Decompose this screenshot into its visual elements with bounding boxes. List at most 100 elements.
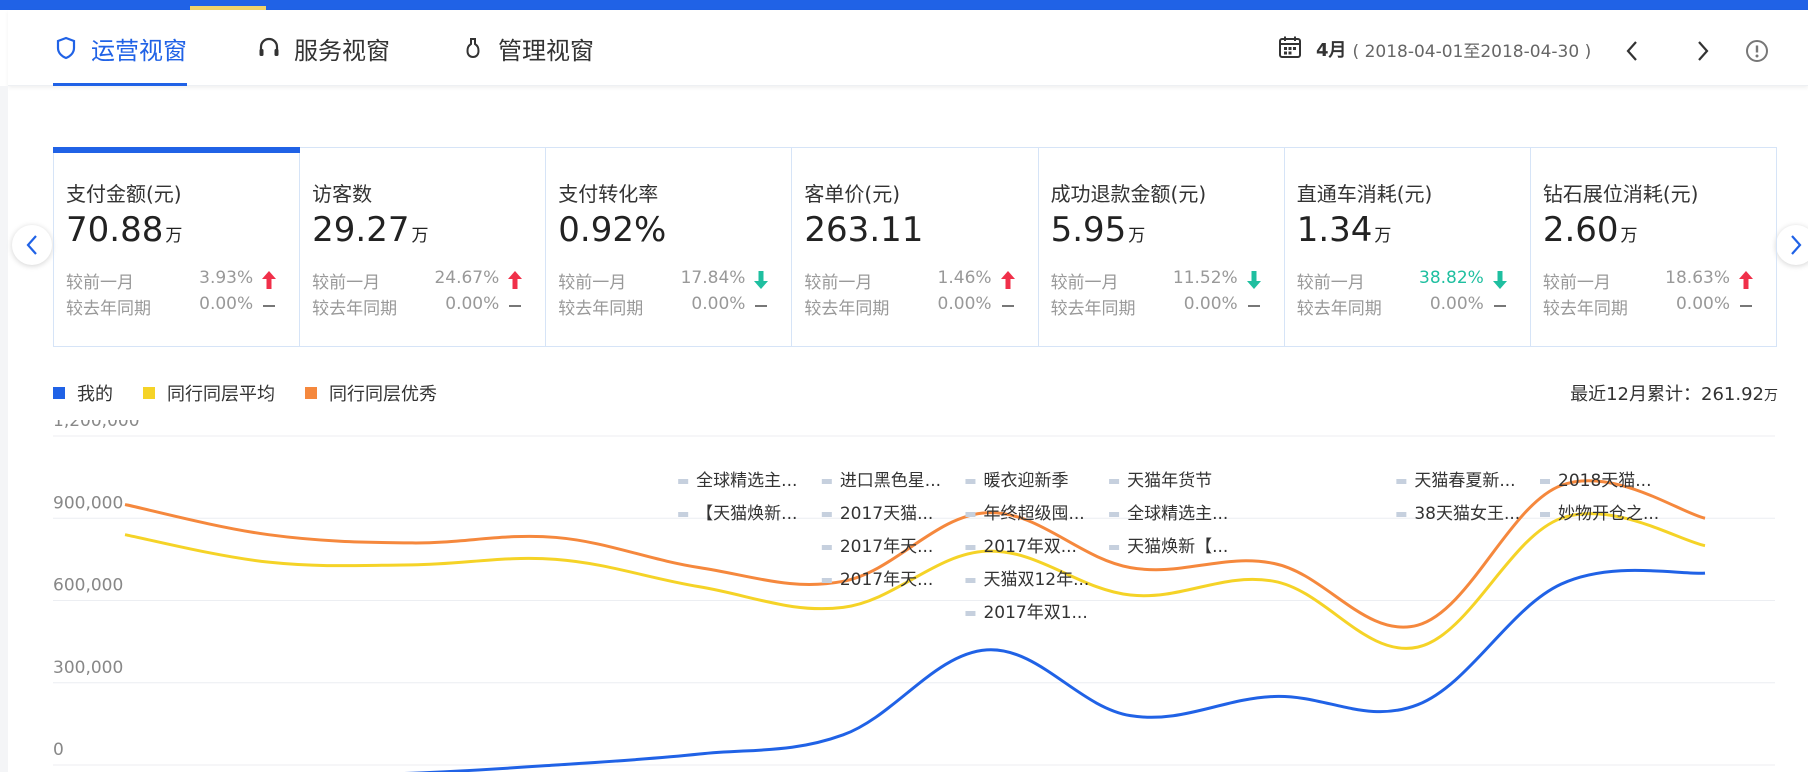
kpi-title: 支付转化率 — [558, 182, 659, 206]
event-label: 2018天猫... — [1558, 471, 1651, 491]
kpi-unit: 万 — [165, 226, 183, 246]
selected-month: 4月 — [1316, 40, 1347, 61]
date-picker[interactable]: 4月 ( 2018-04-01至2018-04-30 ) — [1278, 34, 1591, 64]
legend-item-peer-average[interactable]: 同行同层平均 — [143, 380, 275, 406]
dash-icon — [507, 296, 523, 316]
kpi-value: 2.60 万 — [1543, 210, 1764, 254]
chevron-right-icon — [1791, 235, 1802, 255]
compare-percent: 0.00% — [937, 294, 992, 314]
dash-icon — [1000, 296, 1016, 316]
arrow-up-icon — [1000, 270, 1016, 290]
next-month-button[interactable] — [1691, 38, 1715, 64]
kpi-value: 29.27 万 — [312, 210, 533, 254]
y-tick-label: 300,000 — [53, 658, 123, 678]
tab-operations[interactable]: 运营视窗 — [53, 10, 187, 86]
event-marker — [965, 611, 976, 616]
kpi-compare-mom: 较前一月 1.46% — [804, 268, 1025, 294]
kpi-title: 客单价(元) — [804, 182, 901, 206]
event-label: 38天猫女王... — [1414, 504, 1520, 524]
prev-month-button[interactable] — [1620, 38, 1644, 64]
kpi-number: 263.11 — [804, 210, 924, 250]
shield-icon — [53, 35, 79, 61]
arrow-up-icon — [1738, 270, 1754, 290]
tab-management[interactable]: 管理视窗 — [460, 10, 594, 86]
kpi-card[interactable]: 支付转化率 0.92% 较前一月 17.84% 较去年同期 0.00% — [546, 148, 793, 346]
kpi-value: 0.92% — [558, 210, 779, 254]
compare-percent: 1.46% — [937, 268, 992, 288]
compare-label: 较前一月 — [312, 273, 381, 293]
kpi-card[interactable]: 支付金额(元) 70.88 万较前一月 3.93% 较去年同期 0.00% — [52, 147, 301, 346]
event-label: 进口黑色星... — [840, 471, 941, 491]
event-marker — [1109, 479, 1120, 484]
event-label: 天猫双12年... — [983, 570, 1089, 590]
kpi-compare-yoy: 较去年同期 0.00% — [1297, 294, 1518, 320]
y-tick-label: 900,000 — [53, 493, 123, 513]
tab-label: 运营视窗 — [91, 36, 187, 65]
kpi-card[interactable]: 客单价(元) 263.11 较前一月 1.46% 较去年同期 0.00% — [792, 148, 1039, 346]
legend-label: 同行同层优秀 — [329, 384, 437, 405]
kpi-scroll-right-button[interactable] — [1776, 225, 1808, 265]
arrow-up-icon — [261, 270, 277, 290]
event-label: 年终超级囤... — [983, 504, 1084, 524]
event-marker — [965, 512, 976, 517]
event-label: 2017年天... — [840, 570, 933, 590]
calendar-icon — [1278, 35, 1302, 64]
tab-service[interactable]: 服务视窗 — [256, 10, 390, 86]
event-marker — [678, 479, 689, 484]
dash-icon — [1738, 296, 1754, 316]
info-button[interactable] — [1745, 38, 1769, 64]
kpi-scroll-left-button[interactable] — [12, 225, 52, 265]
kpi-title: 支付金额(元) — [66, 182, 182, 206]
kpi-card[interactable]: 访客数 29.27 万较前一月 24.67% 较去年同期 0.00% — [300, 148, 547, 346]
legend-item-peer-excellent[interactable]: 同行同层优秀 — [305, 380, 437, 406]
compare-percent: 0.00% — [1429, 294, 1484, 314]
compare-label: 较去年同期 — [804, 299, 890, 319]
kpi-card[interactable]: 成功退款金额(元) 5.95 万较前一月 11.52% 较去年同期 0.00% — [1039, 148, 1285, 346]
kpi-number: 5.95 — [1050, 210, 1127, 250]
kpi-card[interactable]: 直通车消耗(元) 1.34 万较前一月 38.82% 较去年同期 0.00% — [1285, 148, 1531, 346]
kpi-unit: 万 — [1128, 226, 1146, 246]
kpi-number: 29.27 — [312, 210, 410, 250]
compare-percent: 11.52% — [1172, 268, 1238, 288]
kpi-unit: 万 — [1620, 226, 1638, 246]
event-label: 2017年双... — [983, 537, 1076, 557]
compare-label: 较前一月 — [804, 273, 873, 293]
kpi-compare-yoy: 较去年同期 0.00% — [312, 294, 533, 320]
compare-label: 较去年同期 — [312, 299, 398, 319]
compare-percent: 0.00% — [445, 294, 500, 314]
kpi-card[interactable]: 钻石展位消耗(元) 2.60 万较前一月 18.63% 较去年同期 0.00% — [1531, 148, 1776, 346]
kpi-compare-yoy: 较去年同期 0.00% — [804, 294, 1025, 320]
kpi-title: 访客数 — [312, 182, 373, 206]
compare-percent: 0.00% — [199, 294, 254, 314]
event-label: 天猫年货节 — [1127, 471, 1212, 491]
event-marker — [821, 479, 832, 484]
kpi-value: 1.34 万 — [1297, 210, 1518, 254]
compare-label: 较去年同期 — [558, 299, 644, 319]
compare-label: 较前一月 — [1050, 273, 1119, 293]
bottle-icon — [460, 35, 486, 61]
tab-label: 服务视窗 — [294, 36, 390, 65]
legend-swatch — [53, 387, 65, 399]
event-marker — [965, 578, 976, 583]
kpi-compare-yoy: 较去年同期 0.00% — [1051, 294, 1272, 320]
event-label: 全球精选主... — [696, 471, 797, 491]
kpi-compare-mom: 较前一月 18.63% — [1543, 268, 1764, 294]
kpi-cards: 支付金额(元) 70.88 万较前一月 3.93% 较去年同期 0.00% 访客数 29.27… — [52, 147, 1777, 347]
kpi-unit: 万 — [411, 226, 429, 246]
kpi-title: 成功退款金额(元) — [1050, 182, 1207, 206]
compare-label: 较去年同期 — [1542, 299, 1628, 319]
legend-swatch — [305, 387, 317, 399]
cumulative-value: 261.92 — [1701, 384, 1764, 405]
kpi-value: 263.11 — [804, 210, 1025, 254]
kpi-compare-mom: 较前一月 3.93% — [66, 268, 287, 294]
kpi-compare-mom: 较前一月 17.84% — [558, 268, 779, 294]
kpi-title: 直通车消耗(元) — [1296, 182, 1433, 206]
compare-percent: 38.82% — [1419, 268, 1484, 288]
legend-item-mine[interactable]: 我的 — [53, 380, 113, 406]
legend-label: 我的 — [77, 384, 113, 405]
kpi-title: 钻石展位消耗(元) — [1542, 182, 1699, 206]
compare-label: 较去年同期 — [1050, 299, 1136, 319]
event-marker — [821, 578, 832, 583]
alert-circle-icon — [1746, 40, 1768, 62]
event-marker — [1109, 545, 1120, 550]
